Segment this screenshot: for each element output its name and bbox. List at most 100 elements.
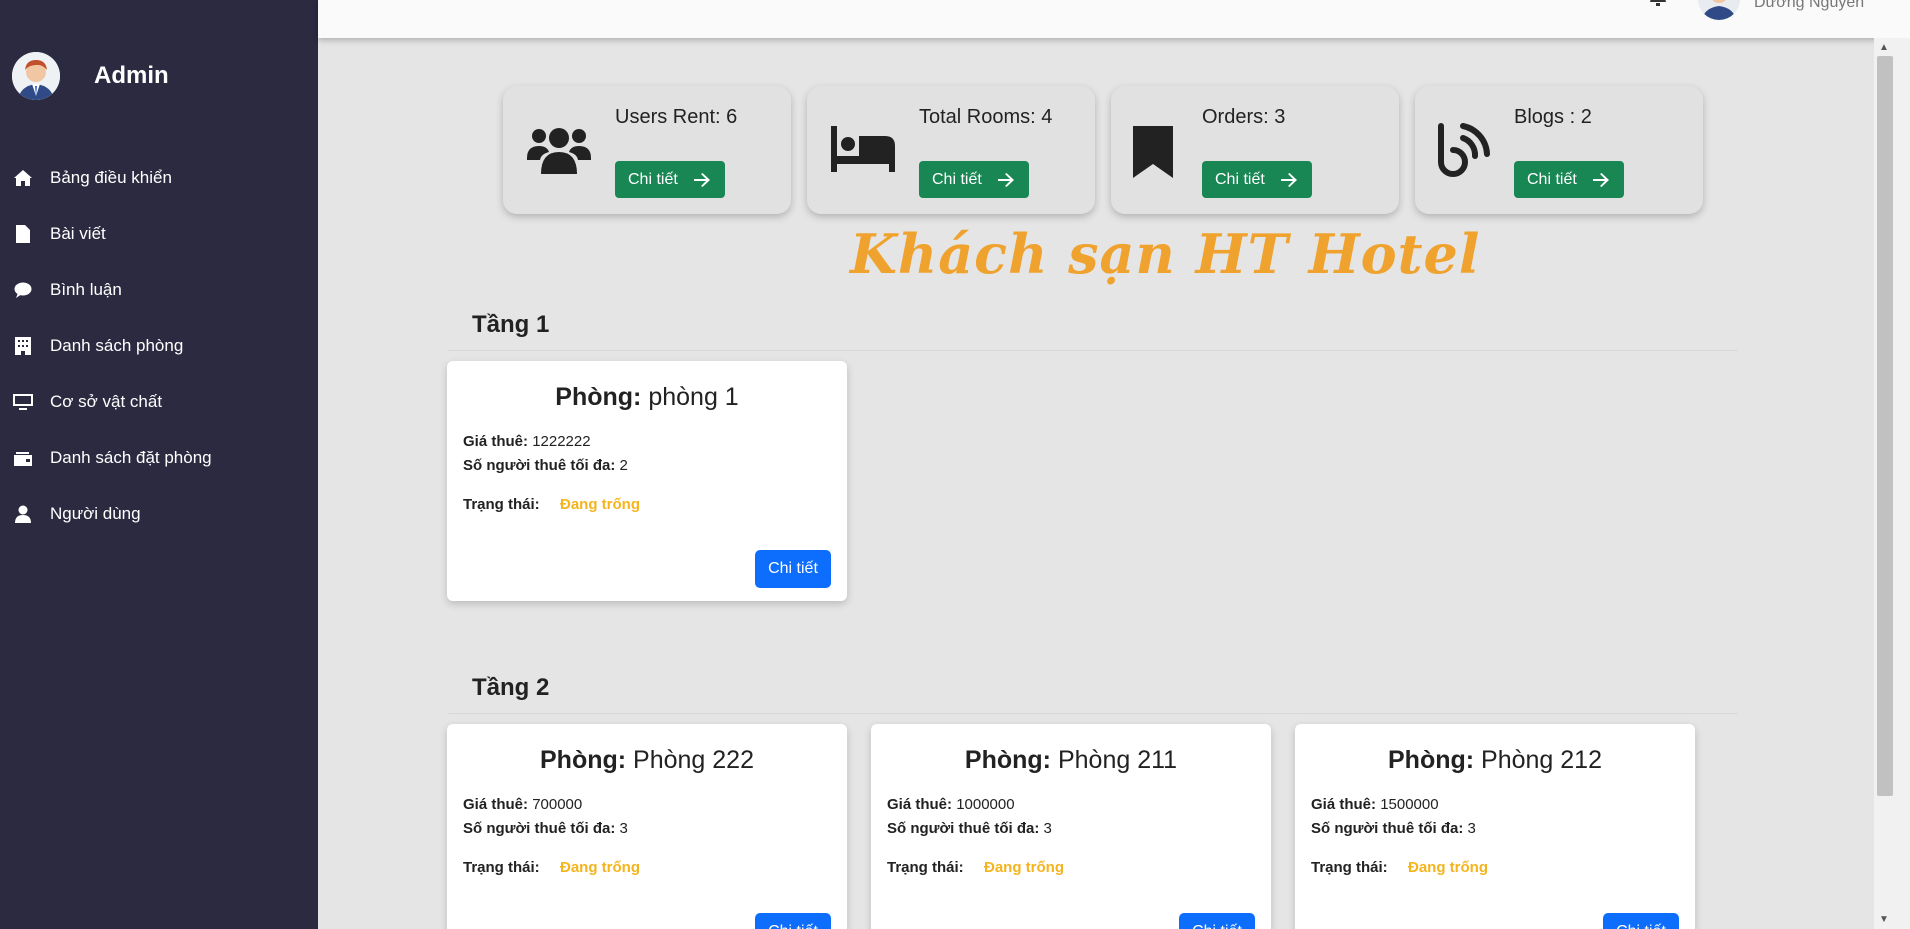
arrow-right-icon bbox=[1592, 172, 1609, 187]
room-title: Phòng: phòng 1 bbox=[447, 383, 847, 412]
admin-profile: Admin bbox=[12, 52, 169, 100]
floor-divider bbox=[448, 350, 1738, 351]
sidebar: Admin Bảng điều khiển Bài viết Bình luận… bbox=[0, 0, 318, 929]
floor-heading: Tầng 1 bbox=[472, 311, 550, 338]
price-value: 1222222 bbox=[532, 433, 591, 450]
bed-icon bbox=[831, 126, 895, 177]
arrow-right-icon bbox=[997, 172, 1014, 187]
room-detail-button[interactable]: Chi tiết bbox=[1179, 913, 1255, 929]
blog-icon bbox=[1437, 122, 1491, 183]
price-value: 1000000 bbox=[956, 796, 1015, 813]
price-value: 1500000 bbox=[1380, 796, 1439, 813]
sidebar-item-bookings[interactable]: Danh sách đặt phòng bbox=[0, 430, 318, 486]
max-value: 2 bbox=[619, 457, 628, 474]
stat-card-users-rent: Users Rent: 6 Chi tiết bbox=[503, 86, 791, 214]
price-label: Giá thuê: bbox=[463, 796, 529, 813]
bell-icon[interactable] bbox=[1648, 0, 1668, 15]
room-label: Phòng: bbox=[1388, 746, 1475, 774]
arrow-right-icon bbox=[1280, 172, 1297, 187]
home-icon bbox=[12, 167, 34, 189]
admin-name: Admin bbox=[94, 62, 169, 89]
room-detail-button[interactable]: Chi tiết bbox=[755, 550, 831, 588]
room-detail-button[interactable]: Chi tiết bbox=[1603, 913, 1679, 929]
room-name: Phòng 222 bbox=[633, 746, 754, 774]
room-label: Phòng: bbox=[540, 746, 627, 774]
room-card: Phòng: phòng 1 Giá thuê: 1222222 Số ngườ… bbox=[447, 361, 847, 601]
hotel-title: Khách sạn HT Hotel bbox=[850, 222, 1481, 286]
scroll-down-icon[interactable]: ▼ bbox=[1879, 914, 1889, 925]
users-rent-detail-button[interactable]: Chi tiết bbox=[615, 161, 725, 198]
scrollbar-thumb[interactable] bbox=[1877, 56, 1893, 796]
wallet-icon bbox=[12, 447, 34, 469]
room-price: Giá thuê: 1000000 bbox=[887, 796, 1015, 813]
max-label: Số người thuê tối đa: bbox=[463, 457, 616, 474]
status-label: Trạng thái: bbox=[887, 859, 964, 876]
user-avatar[interactable] bbox=[1698, 0, 1740, 20]
top-bar: Dương Nguyễn bbox=[318, 0, 1910, 38]
total-rooms-detail-button[interactable]: Chi tiết bbox=[919, 161, 1029, 198]
status-label: Trạng thái: bbox=[1311, 859, 1388, 876]
comment-icon bbox=[12, 279, 34, 301]
sidebar-item-label: Danh sách đặt phòng bbox=[50, 448, 212, 467]
stat-title: Blogs : 2 bbox=[1514, 106, 1592, 128]
status-label: Trạng thái: bbox=[463, 496, 540, 513]
max-label: Số người thuê tối đa: bbox=[887, 820, 1040, 837]
user-name[interactable]: Dương Nguyễn bbox=[1754, 0, 1864, 12]
room-price: Giá thuê: 1222222 bbox=[463, 433, 591, 450]
price-label: Giá thuê: bbox=[463, 433, 529, 450]
button-label: Chi tiết bbox=[628, 170, 678, 188]
stat-title: Orders: 3 bbox=[1202, 106, 1286, 128]
price-label: Giá thuê: bbox=[1311, 796, 1377, 813]
sidebar-item-posts[interactable]: Bài viết bbox=[0, 206, 318, 262]
floor-heading: Tầng 2 bbox=[472, 674, 550, 701]
arrow-right-icon bbox=[693, 172, 710, 187]
stat-title: Total Rooms: 4 bbox=[919, 106, 1053, 128]
status-badge: Đang trống bbox=[560, 859, 640, 876]
max-value: 3 bbox=[1043, 820, 1052, 837]
sidebar-item-rooms[interactable]: Danh sách phòng bbox=[0, 318, 318, 374]
status-badge: Đang trống bbox=[560, 496, 640, 513]
monitor-icon bbox=[12, 391, 34, 413]
room-price: Giá thuê: 700000 bbox=[463, 796, 582, 813]
room-name: phòng 1 bbox=[648, 383, 739, 411]
orders-detail-button[interactable]: Chi tiết bbox=[1202, 161, 1312, 198]
sidebar-item-label: Bảng điều khiển bbox=[50, 168, 172, 187]
max-label: Số người thuê tối đa: bbox=[463, 820, 616, 837]
status-badge: Đang trống bbox=[1408, 859, 1488, 876]
room-max-people: Số người thuê tối đa: 2 bbox=[463, 457, 628, 474]
max-value: 3 bbox=[1467, 820, 1476, 837]
sidebar-nav: Bảng điều khiển Bài viết Bình luận Danh … bbox=[0, 150, 318, 542]
sidebar-item-facilities[interactable]: Cơ sở vật chất bbox=[0, 374, 318, 430]
scroll-up-icon[interactable]: ▲ bbox=[1879, 42, 1889, 53]
room-detail-button[interactable]: Chi tiết bbox=[755, 913, 831, 929]
admin-avatar bbox=[12, 52, 60, 100]
room-max-people: Số người thuê tối đa: 3 bbox=[463, 820, 628, 837]
sidebar-item-label: Danh sách phòng bbox=[50, 336, 184, 355]
floor-divider bbox=[448, 713, 1738, 714]
room-max-people: Số người thuê tối đa: 3 bbox=[1311, 820, 1476, 837]
button-label: Chi tiết bbox=[1215, 170, 1265, 188]
sidebar-item-dashboard[interactable]: Bảng điều khiển bbox=[0, 150, 318, 206]
room-title: Phòng: Phòng 211 bbox=[871, 746, 1271, 775]
max-value: 3 bbox=[619, 820, 628, 837]
room-price: Giá thuê: 1500000 bbox=[1311, 796, 1439, 813]
sidebar-item-label: Cơ sở vật chất bbox=[50, 392, 163, 411]
room-label: Phòng: bbox=[964, 746, 1052, 774]
blogs-detail-button[interactable]: Chi tiết bbox=[1514, 161, 1624, 198]
room-card: Phòng: Phòng 222 Giá thuê: 700000 Số ngư… bbox=[447, 724, 847, 929]
price-label: Giá thuê: bbox=[887, 796, 953, 813]
stat-title: Users Rent: 6 bbox=[615, 106, 738, 128]
building-icon bbox=[12, 335, 34, 357]
room-max-people: Số người thuê tối đa: 3 bbox=[887, 820, 1052, 837]
max-label: Số người thuê tối đa: bbox=[1311, 820, 1464, 837]
stat-card-total-rooms: Total Rooms: 4 Chi tiết bbox=[807, 86, 1095, 214]
button-label: Chi tiết bbox=[1527, 170, 1577, 188]
sidebar-item-users[interactable]: Người dùng bbox=[0, 486, 318, 542]
bookmark-icon bbox=[1133, 126, 1173, 183]
room-title: Phòng: Phòng 212 bbox=[1295, 746, 1695, 775]
room-card: Phòng: Phòng 212 Giá thuê: 1500000 Số ng… bbox=[1295, 724, 1695, 929]
status-label: Trạng thái: bbox=[463, 859, 540, 876]
room-name: Phòng 211 bbox=[1057, 746, 1178, 774]
sidebar-item-comments[interactable]: Bình luận bbox=[0, 262, 318, 318]
status-badge: Đang trống bbox=[984, 859, 1064, 876]
